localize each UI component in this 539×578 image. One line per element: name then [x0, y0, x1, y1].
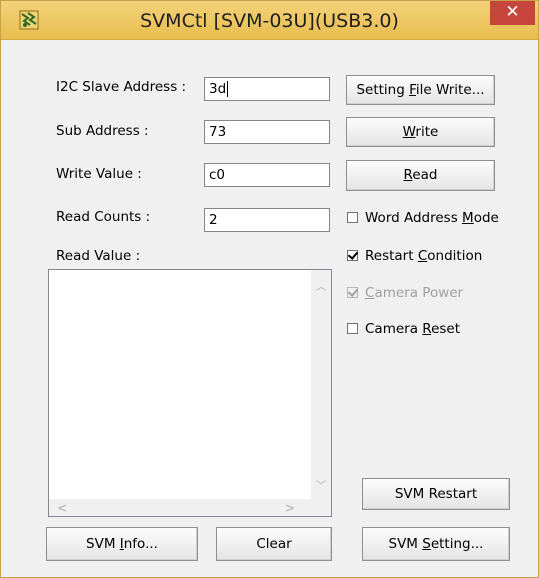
svm-restart-button[interactable]: SVM Restart — [362, 478, 510, 510]
read-value-label: Read Value : — [56, 248, 141, 264]
scroll-down-icon[interactable]: ﹀ — [316, 477, 326, 492]
scrollbar-corner — [311, 499, 331, 516]
scroll-right-icon[interactable]: > — [285, 501, 295, 515]
window-title: SVMCtl [SVM-03U](USB3.0) — [140, 10, 399, 32]
i2c-slave-address-label: I2C Slave Address : — [56, 79, 187, 95]
read-label-post: ead — [412, 167, 438, 183]
horizontal-scrollbar[interactable]: < > — [49, 499, 311, 516]
sub-address-label: Sub Address : — [56, 123, 149, 139]
word-address-mode-box[interactable] — [347, 212, 358, 223]
i2c-slave-address-input[interactable]: 3d — [204, 77, 330, 101]
scroll-left-icon[interactable]: < — [57, 501, 67, 515]
read-counts-input[interactable]: 2 — [204, 208, 330, 232]
sub-address-input[interactable]: 73 — [204, 120, 330, 144]
text-cursor — [227, 81, 229, 97]
read-value-textarea[interactable]: ︿ ﹀ < > — [48, 269, 332, 517]
camera-reset-box[interactable] — [347, 323, 358, 334]
title-bar[interactable]: SVMCtl [SVM-03U](USB3.0) ✕ — [1, 1, 538, 40]
svm-setting-label-post: etting... — [430, 536, 484, 552]
read-button[interactable]: Read — [346, 160, 495, 191]
camera-power-box[interactable] — [347, 287, 358, 298]
write-label-post: rite — [415, 124, 439, 140]
write-mnemonic: W — [402, 124, 416, 140]
svm-setting-mnemonic: S — [422, 536, 431, 552]
setting-file-write-label-pre: Setting — [356, 82, 410, 98]
clear-button[interactable]: Clear — [216, 527, 332, 561]
restart-condition-mnemonic: C — [417, 248, 428, 264]
restart-condition-label-pre: Restart — [365, 248, 418, 264]
svm-info-label-post: nfo... — [123, 536, 158, 552]
setting-file-write-button[interactable]: Setting File Write... — [346, 75, 495, 105]
svm-setting-label-pre: SVM — [388, 536, 423, 552]
camera-reset-mnemonic: R — [422, 321, 432, 337]
camera-reset-checkbox[interactable]: Camera Reset — [347, 321, 460, 337]
word-address-mode-label-pre: Word Address — [365, 210, 463, 226]
main-window: SVMCtl [SVM-03U](USB3.0) ✕ I2C Slave Add… — [0, 0, 539, 578]
camera-reset-label-pre: Camera — [365, 321, 423, 337]
camera-reset-label-post: eset — [431, 321, 461, 337]
word-address-mode-checkbox[interactable]: Word Address Mode — [347, 210, 499, 226]
svm-info-button[interactable]: SVM Info... — [46, 527, 198, 561]
close-button[interactable]: ✕ — [490, 1, 535, 25]
close-icon: ✕ — [505, 2, 520, 22]
word-address-mode-label-post: ode — [473, 210, 499, 226]
write-value-input[interactable]: c0 — [204, 163, 330, 187]
svm-info-label-pre: SVM — [86, 536, 120, 552]
i2c-slave-address-value: 3d — [209, 81, 227, 97]
word-address-mode-mnemonic: M — [462, 210, 474, 226]
write-value-label: Write Value : — [56, 166, 142, 182]
svm-setting-button[interactable]: SVM Setting... — [362, 527, 510, 561]
restart-condition-label-post: ondition — [427, 248, 483, 264]
read-counts-label: Read Counts : — [56, 209, 151, 225]
write-button[interactable]: Write — [346, 117, 495, 147]
camera-power-checkbox[interactable]: Camera Power — [347, 285, 463, 301]
restart-condition-checkbox[interactable]: Restart Condition — [347, 248, 482, 264]
restart-condition-box[interactable] — [347, 250, 358, 261]
camera-power-label-post: amera Power — [374, 285, 464, 301]
setting-file-write-mnemonic: F — [409, 82, 416, 98]
setting-file-write-label-post: ile Write... — [415, 82, 485, 98]
read-mnemonic: R — [403, 167, 413, 183]
vertical-scrollbar[interactable]: ︿ ﹀ — [311, 270, 331, 500]
scroll-up-icon[interactable]: ︿ — [316, 278, 326, 293]
